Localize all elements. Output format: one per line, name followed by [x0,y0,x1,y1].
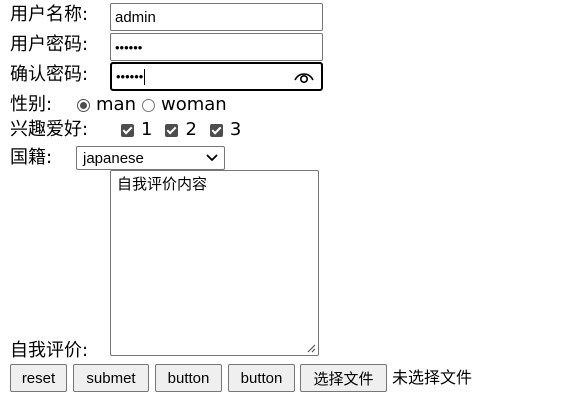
nationality-label: 国籍: [10,147,53,168]
checkbox-3[interactable] [209,123,223,137]
submit-button[interactable]: submet [73,364,149,392]
button-2[interactable]: button [228,364,295,392]
nationality-value: japanese [83,149,144,167]
password-label: 用户密码: [10,34,89,55]
self-eval-label: 自我评价: [10,340,89,361]
button-1[interactable]: button [155,364,222,392]
confirm-password-value: •••••• [116,69,144,84]
checkbox-1[interactable] [121,123,134,137]
checkbox-3-label: 3 [229,119,242,140]
checkbox-1-label: 1 [141,119,153,140]
checkbox-2[interactable] [165,123,179,137]
eye-icon[interactable] [293,69,315,85]
radio-man-label: man [96,94,136,115]
chevron-down-icon [206,154,218,162]
buttons-row: reset submet button button 选择文件 未选择文件 [10,364,472,392]
checkbox-2-label: 2 [185,119,197,140]
hobbies-group: 1 2 3 [121,119,241,141]
password-input[interactable]: •••••• [110,33,323,61]
nationality-select[interactable]: japanese [76,146,225,170]
text-caret [144,68,146,85]
choose-file-button[interactable]: 选择文件 [300,364,387,392]
radio-woman[interactable] [141,98,155,112]
confirm-password-label: 确认密码: [10,64,89,85]
username-input[interactable]: admin [110,3,323,31]
gender-group: man woman [77,94,227,116]
self-eval-textarea[interactable]: 自我评价内容 [110,170,319,356]
radio-woman-label: woman [160,94,227,115]
resize-grip-icon[interactable] [306,343,316,353]
hobbies-label: 兴趣爱好: [10,119,89,140]
username-value: admin [115,8,156,26]
file-status: 未选择文件 [392,368,473,387]
password-value: •••••• [115,39,143,55]
self-eval-value: 自我评价内容 [117,175,208,193]
gender-label: 性别: [10,94,53,115]
radio-man[interactable] [77,98,90,112]
username-label: 用户名称: [10,4,89,25]
reset-button[interactable]: reset [10,364,67,392]
confirm-password-input[interactable]: •••••• [110,62,323,91]
